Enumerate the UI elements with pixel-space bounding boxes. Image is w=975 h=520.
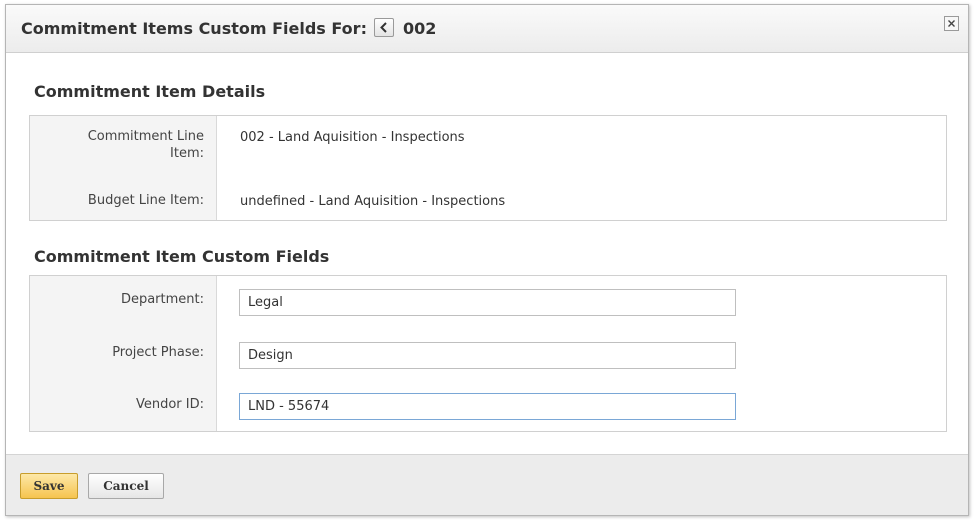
- budget-line-item-label: Budget Line Item:: [87, 193, 204, 208]
- close-icon: [948, 20, 955, 27]
- custom-fields-label-column: Department: Project Phase: Vendor ID:: [30, 276, 217, 431]
- commitment-line-item-label: Commitment Line Item:: [87, 129, 204, 161]
- project-phase-label: Project Phase:: [112, 345, 204, 360]
- budget-line-item-value: undefined - Land Aquisition - Inspection…: [240, 194, 506, 209]
- chevron-left-icon: [380, 22, 387, 33]
- dialog-footer: Save Cancel: [6, 454, 968, 515]
- save-button[interactable]: Save: [20, 473, 78, 499]
- project-phase-input[interactable]: [239, 342, 736, 369]
- details-panel: Commitment Line Item: Budget Line Item: …: [29, 115, 947, 221]
- vendor-id-input[interactable]: [239, 393, 736, 420]
- custom-fields-panel: Department: Project Phase: Vendor ID:: [29, 275, 947, 432]
- dialog-record-id: 002: [403, 19, 437, 38]
- department-input[interactable]: [239, 289, 736, 316]
- dialog-titlebar: Commitment Items Custom Fields For: 002: [6, 5, 968, 53]
- department-label: Department:: [120, 292, 204, 307]
- custom-fields-dialog: Commitment Items Custom Fields For: 002 …: [5, 4, 969, 516]
- commitment-line-item-value: 002 - Land Aquisition - Inspections: [240, 130, 465, 145]
- close-button[interactable]: [944, 16, 959, 31]
- previous-item-button[interactable]: [374, 18, 394, 37]
- custom-fields-heading: Commitment Item Custom Fields: [34, 247, 330, 266]
- details-heading: Commitment Item Details: [34, 82, 266, 101]
- details-label-column: Commitment Line Item: Budget Line Item:: [30, 116, 217, 220]
- vendor-id-label: Vendor ID:: [135, 397, 204, 412]
- dialog-title: Commitment Items Custom Fields For:: [21, 19, 367, 38]
- cancel-button[interactable]: Cancel: [88, 473, 164, 499]
